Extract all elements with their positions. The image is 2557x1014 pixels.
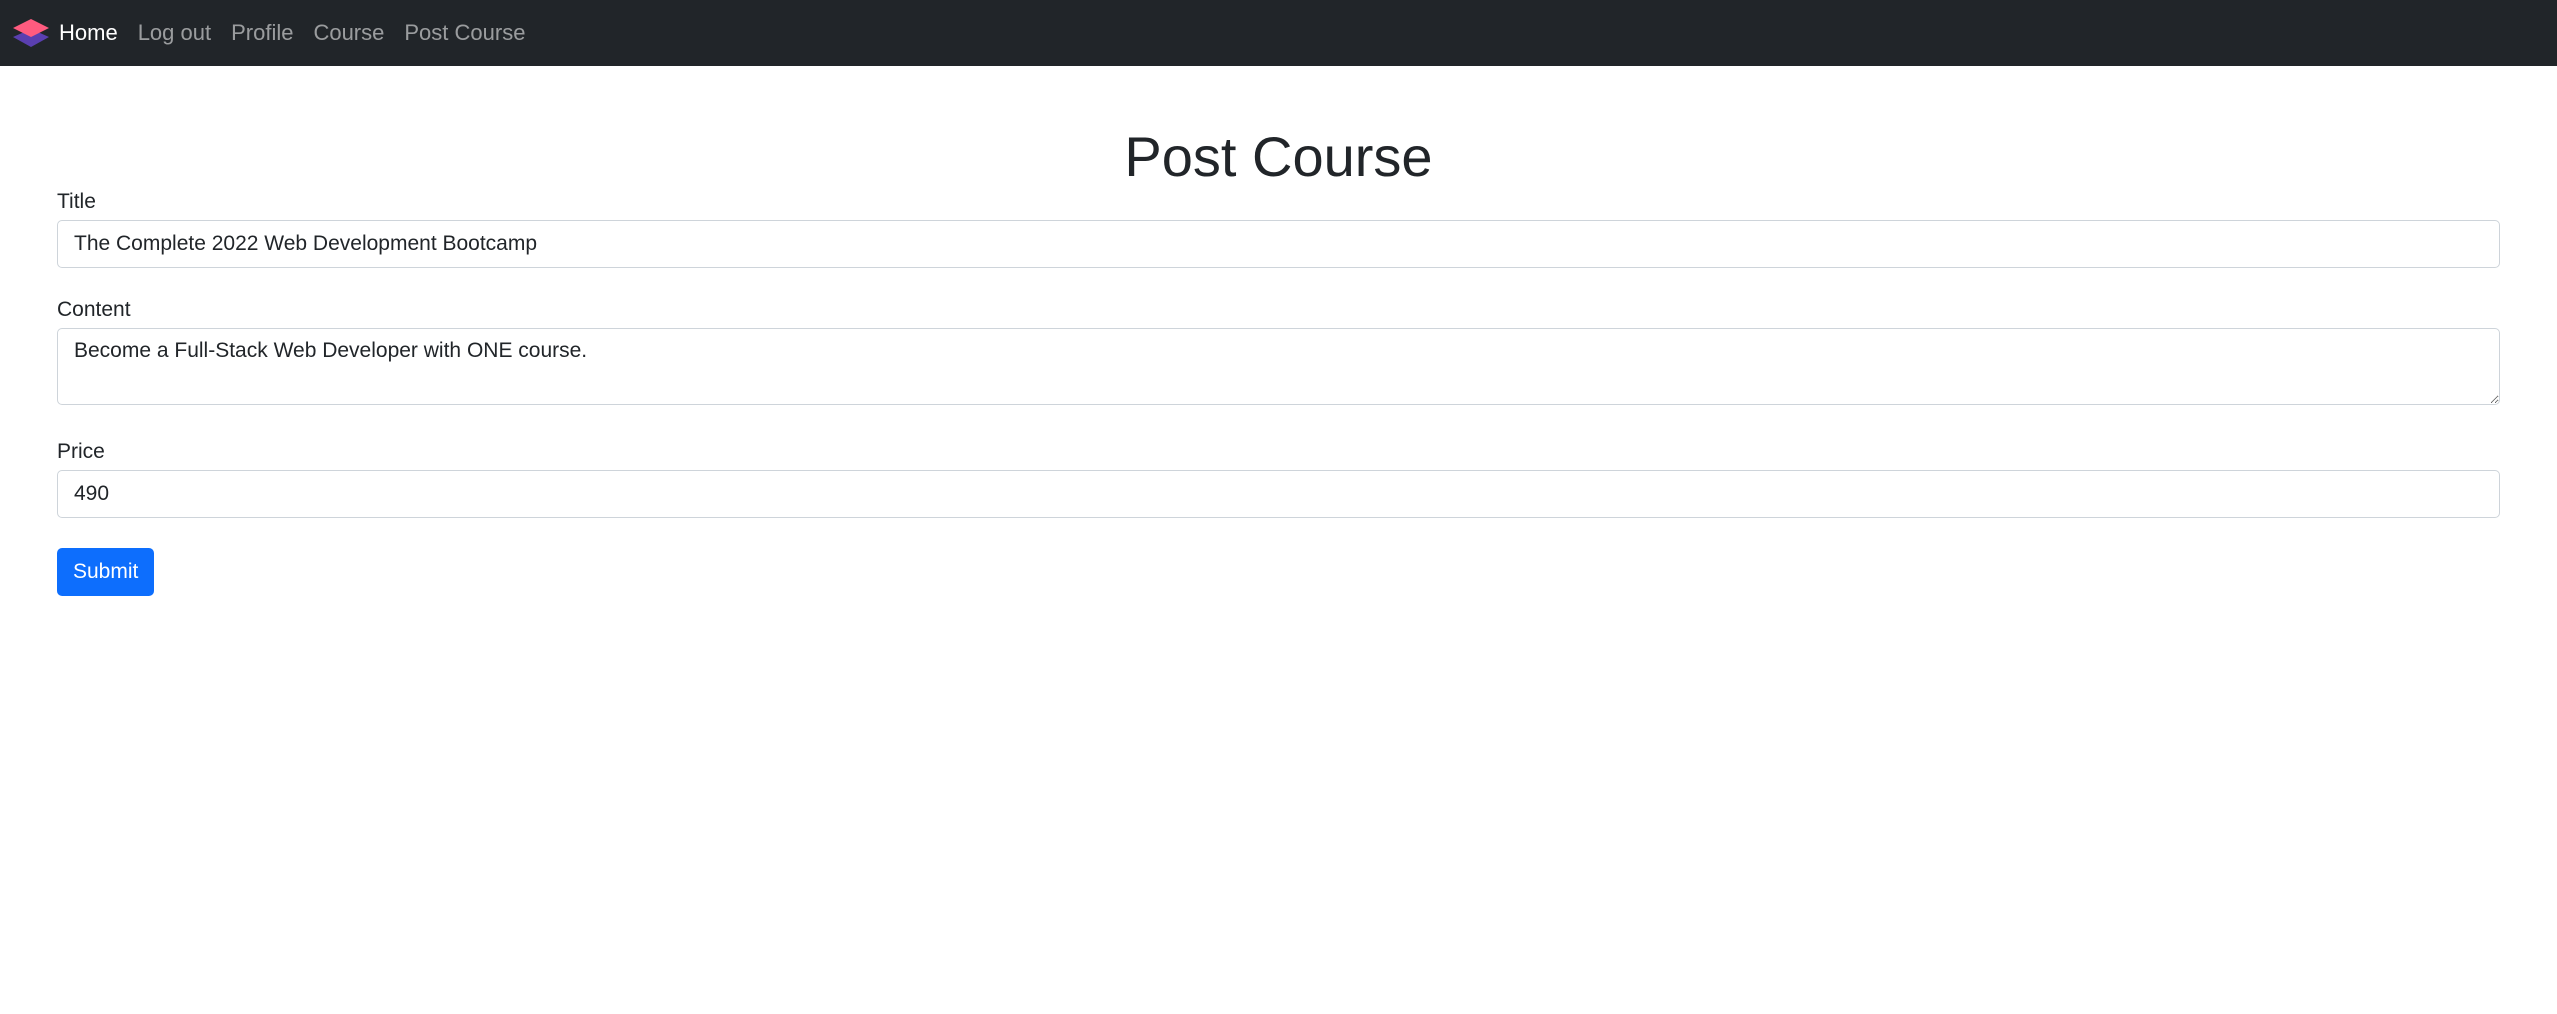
nav-course[interactable]: Course xyxy=(313,20,384,46)
page-title: Post Course xyxy=(1124,125,1433,188)
content-group: Content Become a Full-Stack Web Develope… xyxy=(57,298,2500,410)
navbar: Home Log out Profile Course Post Course xyxy=(0,0,2557,66)
content-textarea[interactable]: Become a Full-Stack Web Developer with O… xyxy=(57,328,2500,406)
price-group: Price xyxy=(57,440,2500,519)
nav-profile[interactable]: Profile xyxy=(231,20,293,46)
submit-button[interactable]: Submit xyxy=(57,548,155,597)
nav-log-out[interactable]: Log out xyxy=(138,20,211,46)
nav-post-course[interactable]: Post Course xyxy=(404,20,525,46)
nav-home[interactable]: Home xyxy=(59,20,118,46)
price-input[interactable] xyxy=(57,470,2500,519)
post-course-form: Title Content Become a Full-Stack Web De… xyxy=(57,190,2500,597)
price-label: Price xyxy=(57,440,105,464)
title-input[interactable] xyxy=(57,220,2500,269)
title-label: Title xyxy=(57,190,96,214)
layered-diamond-icon[interactable] xyxy=(10,15,52,51)
title-group: Title xyxy=(57,190,2500,269)
content-label: Content xyxy=(57,298,131,322)
